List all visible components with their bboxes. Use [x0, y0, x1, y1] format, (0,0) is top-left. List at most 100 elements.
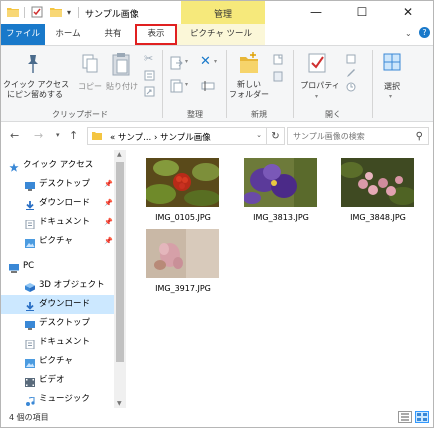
pin-icon[interactable]: [24, 54, 42, 74]
explorer-window: ▾ サンプル画像 管理 — ☐ ✕ ファイル ホーム 共有 表示 ピクチャ ツー…: [0, 0, 434, 428]
customize-toolbar-icon[interactable]: ▾: [67, 8, 71, 17]
delete-icon[interactable]: ✕: [200, 54, 211, 69]
forward-arrow-icon[interactable]: →: [34, 129, 43, 142]
new-item-icon[interactable]: [273, 54, 283, 65]
open-icon[interactable]: [346, 54, 356, 64]
nav-item[interactable]: デスクトップ 📌: [1, 175, 114, 194]
nav-item[interactable]: ダウンロード: [1, 295, 114, 314]
history-icon[interactable]: [346, 82, 356, 92]
pictures-icon: [25, 357, 35, 368]
file-item[interactable]: IMG_3917.JPG: [140, 229, 226, 299]
organize-group-label: 整理: [187, 110, 203, 119]
search-input[interactable]: [288, 128, 408, 144]
recent-locations-icon[interactable]: ▾: [56, 131, 60, 139]
copy-to-icon[interactable]: [170, 79, 183, 93]
address-bar[interactable]: « サンプ... › サンプル画像 ⌄: [87, 127, 267, 145]
copy-path-icon[interactable]: [144, 70, 155, 81]
rename-icon[interactable]: [201, 79, 215, 93]
new-folder-button[interactable]: 新しい フォルダー: [229, 80, 269, 100]
nav-item-label: デスクトップ: [39, 179, 91, 189]
item-count: 4 個の項目: [9, 413, 49, 422]
tab-picture-tools[interactable]: ピクチャ ツール: [177, 24, 265, 45]
move-to-icon[interactable]: [170, 56, 183, 70]
pin-quick-access-button[interactable]: クイック アクセス にピン留めする: [3, 80, 69, 100]
back-arrow-icon[interactable]: ←: [10, 129, 19, 142]
dropdown-arrow-icon[interactable]: ▾: [315, 93, 318, 100]
nav-item[interactable]: ピクチャ: [1, 352, 114, 371]
file-item[interactable]: IMG_0105.JPG: [140, 158, 226, 228]
nav-item[interactable]: PC: [1, 257, 114, 276]
ribbon-tabs: ファイル ホーム 共有 表示 ピクチャ ツール ⌄ ?: [1, 24, 433, 45]
select-icon[interactable]: [383, 53, 401, 71]
nav-item[interactable]: ビデオ: [1, 371, 114, 390]
nav-item-label: ドキュメント: [39, 217, 91, 227]
nav-item[interactable]: ドキュメント: [1, 333, 114, 352]
easy-access-icon[interactable]: [273, 71, 283, 82]
copy-button[interactable]: コピー: [75, 82, 105, 92]
properties-check-icon[interactable]: [31, 6, 43, 18]
select-button[interactable]: 選択: [375, 82, 409, 92]
pin-icon: 📌: [104, 218, 113, 226]
file-name[interactable]: IMG_0105.JPG: [140, 213, 226, 222]
nav-item[interactable]: ダウンロード 📌: [1, 194, 114, 213]
nav-item[interactable]: デスクトップ: [1, 314, 114, 333]
cut-icon[interactable]: ✂: [144, 52, 153, 65]
breadcrumb[interactable]: « サンプ... › サンプル画像: [110, 131, 211, 143]
tab-file[interactable]: ファイル: [1, 24, 45, 45]
nav-item[interactable]: クイック アクセス: [1, 156, 114, 175]
up-arrow-icon[interactable]: ↑: [69, 129, 78, 142]
minimize-button[interactable]: —: [293, 1, 339, 24]
new-folder-quick-icon[interactable]: [50, 6, 62, 18]
nav-item[interactable]: ピクチャ 📌: [1, 232, 114, 251]
search-icon[interactable]: ⚲: [416, 131, 423, 142]
ribbon-separator: [293, 50, 294, 118]
nav-item-label: ミュージック: [39, 394, 90, 404]
folder-icon: [7, 8, 19, 17]
tab-share[interactable]: 共有: [91, 24, 135, 45]
scroll-thumb[interactable]: [116, 162, 124, 362]
folder-icon: [92, 132, 102, 140]
download-icon: [25, 199, 35, 210]
document-icon: [25, 338, 35, 350]
nav-item[interactable]: 3D オブジェクト: [1, 276, 114, 295]
help-icon[interactable]: ?: [419, 27, 430, 38]
dropdown-arrow-icon[interactable]: ▾: [389, 93, 392, 100]
pin-icon: 📌: [104, 199, 113, 207]
chevron-down-icon[interactable]: ⌄: [256, 131, 262, 139]
edit-icon[interactable]: [346, 68, 356, 78]
file-name[interactable]: IMG_3813.JPG: [238, 213, 324, 222]
search-box[interactable]: ⚲: [287, 127, 429, 145]
tab-view[interactable]: 表示: [135, 24, 177, 45]
file-item[interactable]: IMG_3848.JPG: [335, 158, 421, 228]
expand-ribbon-icon[interactable]: ⌄: [405, 29, 412, 38]
nav-scrollbar[interactable]: ▲ ▼: [114, 150, 126, 408]
dropdown-arrow-icon[interactable]: ▾: [185, 81, 188, 88]
image-thumbnail: [244, 158, 317, 207]
large-icons-view-icon: [417, 413, 427, 421]
refresh-button[interactable]: ↻: [267, 127, 285, 145]
paste-button[interactable]: 貼り付け: [105, 82, 139, 92]
file-name[interactable]: IMG_3917.JPG: [140, 284, 226, 293]
nav-item[interactable]: ドキュメント 📌: [1, 213, 114, 232]
paste-shortcut-icon[interactable]: [144, 86, 155, 97]
dropdown-arrow-icon[interactable]: ▾: [214, 58, 217, 65]
maximize-button[interactable]: ☐: [339, 1, 385, 24]
properties-button[interactable]: プロパティ: [297, 81, 343, 91]
video-icon: [25, 376, 35, 387]
scroll-up-icon[interactable]: ▲: [117, 151, 122, 158]
large-icons-view-button[interactable]: [415, 411, 429, 423]
file-item[interactable]: IMG_3813.JPG: [238, 158, 324, 228]
dropdown-arrow-icon[interactable]: ▾: [185, 58, 188, 65]
file-name[interactable]: IMG_3848.JPG: [335, 213, 421, 222]
new-folder-icon[interactable]: [239, 52, 259, 76]
details-view-button[interactable]: [398, 411, 412, 423]
close-button[interactable]: ✕: [385, 1, 431, 24]
scroll-down-icon[interactable]: ▼: [117, 400, 122, 407]
tab-home[interactable]: ホーム: [46, 24, 90, 45]
properties-icon[interactable]: [307, 52, 327, 74]
copy-icon[interactable]: [82, 54, 98, 74]
paste-icon[interactable]: [112, 52, 130, 76]
address-row: ← → ▾ ↑ « サンプ... › サンプル画像 ⌄ ↻ ⚲: [1, 122, 433, 150]
new-group-label: 新規: [251, 110, 267, 119]
nav-item[interactable]: ミュージック: [1, 390, 114, 408]
